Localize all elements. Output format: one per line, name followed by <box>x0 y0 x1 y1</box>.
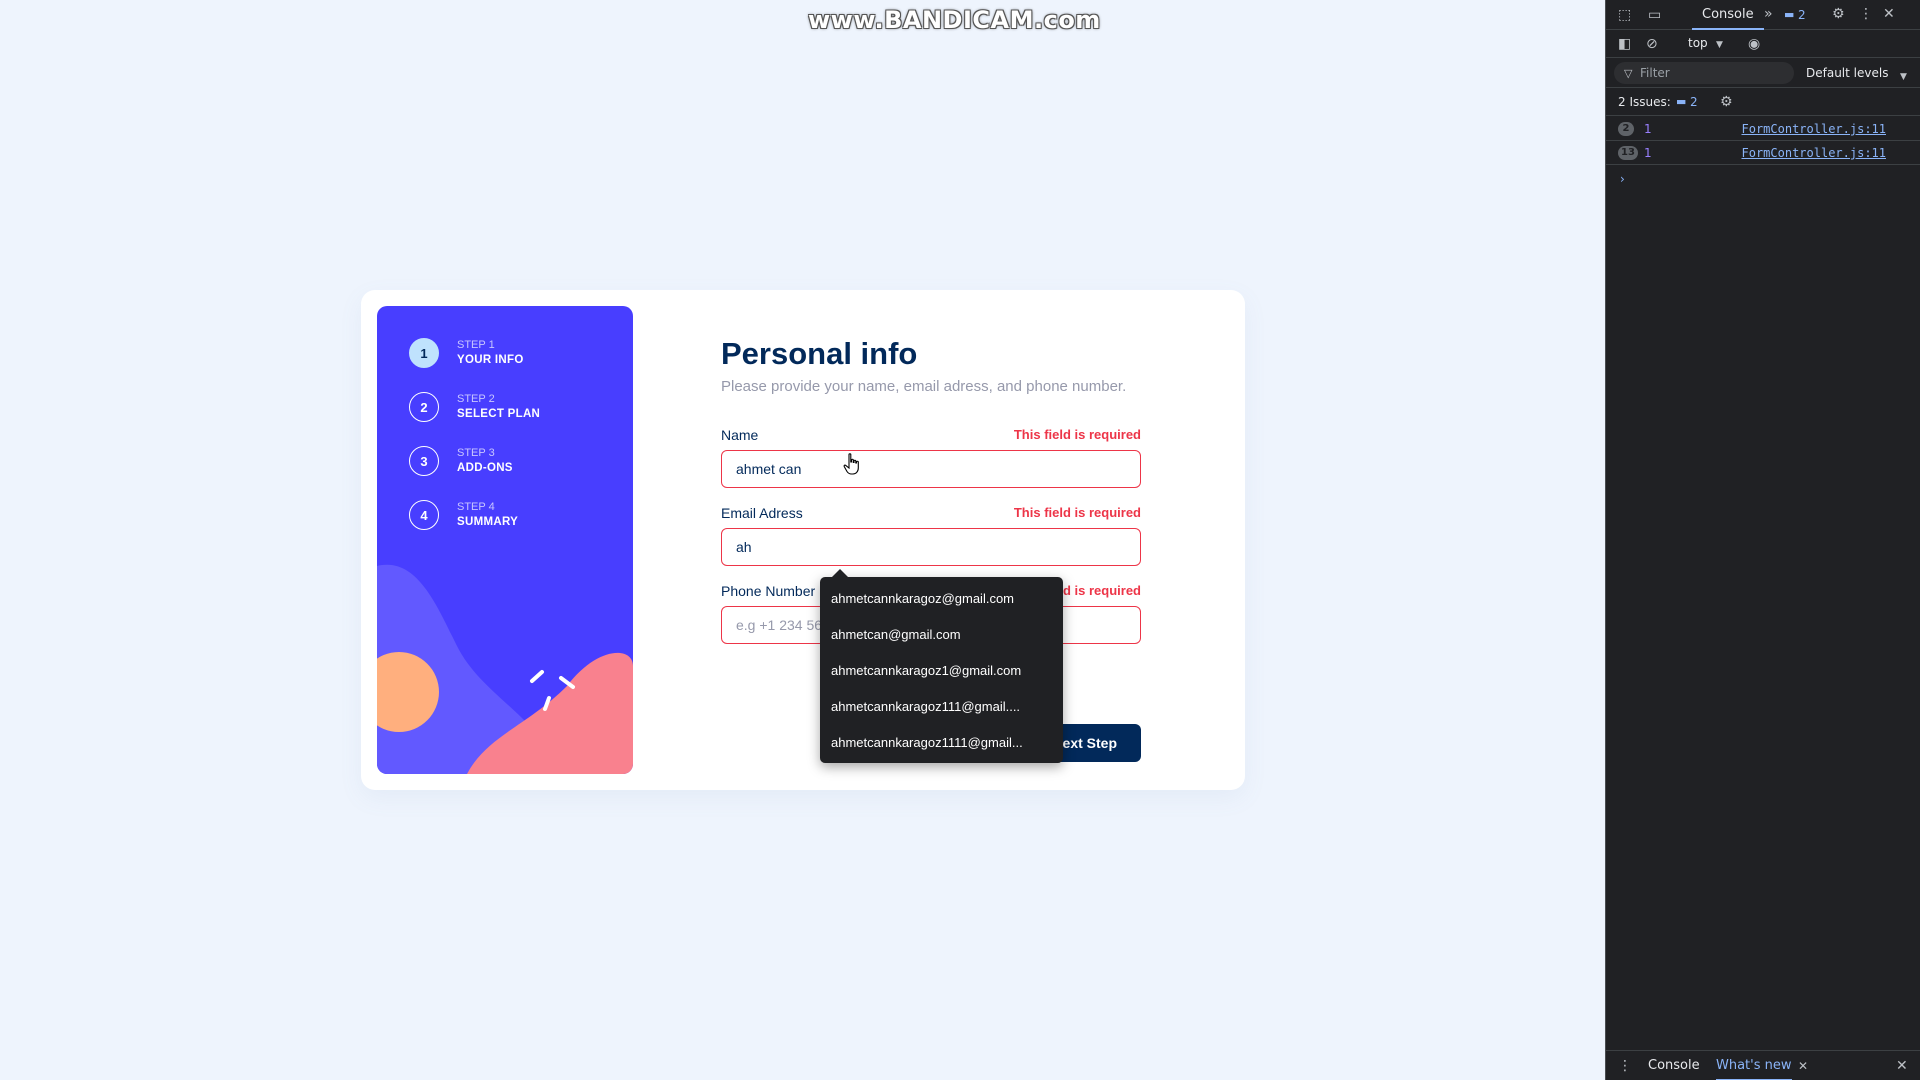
autocomplete-option[interactable]: ahmetcannkaragoz1111@gmail... <box>820 725 1063 761</box>
autocomplete-option[interactable]: ahmetcan@gmail.com <box>820 617 1063 653</box>
close-drawer-icon[interactable]: ✕ <box>1896 1059 1908 1073</box>
issues-row: 2 Issues: ▬ 2 ⚙ <box>1606 88 1920 116</box>
step-number: 1 <box>409 338 439 368</box>
step-number: 2 <box>409 392 439 422</box>
context-selector[interactable]: top <box>1688 36 1708 50</box>
step-2[interactable]: 2 STEP 2 SELECT PLAN <box>409 392 540 422</box>
step-4[interactable]: 4 STEP 4 SUMMARY <box>409 500 518 530</box>
close-tab-icon[interactable]: ✕ <box>1798 1059 1808 1073</box>
step-label: STEP 4 <box>457 501 495 513</box>
console-settings-icon[interactable]: ⚙ <box>1720 95 1733 109</box>
repeat-count-badge: 2 <box>1618 122 1634 136</box>
device-toolbar-icon[interactable]: ▭ <box>1648 8 1661 22</box>
webpage: www.BANDICAM.com 1 STEP 1 YOUR INFO 2 ST… <box>0 0 1605 1080</box>
devtools-toolbar: ⬚ ▭ Console » ▬ 2 ⚙ ⋮ ✕ <box>1606 0 1920 30</box>
step-label: STEP 2 <box>457 393 495 405</box>
step-title: YOUR INFO <box>457 354 524 366</box>
drawer-tab-whats-new[interactable]: What's new <box>1716 1051 1792 1080</box>
autocomplete-option[interactable]: ahmetcannkaragoz111@gmail.... <box>820 689 1063 725</box>
devtools-panel: ⬚ ▭ Console » ▬ 2 ⚙ ⋮ ✕ ◧ ⊘ top ▼ ◉ Filt… <box>1605 0 1920 1080</box>
log-value: 1 <box>1644 122 1652 136</box>
step-number: 3 <box>409 446 439 476</box>
issues-message-icon[interactable]: ▬ <box>1784 8 1794 22</box>
hand-cursor-icon <box>843 453 859 475</box>
page-title: Personal info <box>721 336 918 371</box>
step-label: STEP 3 <box>457 447 495 459</box>
steps-sidebar: 1 STEP 1 YOUR INFO 2 STEP 2 SELECT PLAN … <box>377 306 633 774</box>
log-levels-dropdown[interactable]: Default levels <box>1806 62 1888 84</box>
inspect-element-icon[interactable]: ⬚ <box>1618 8 1631 22</box>
step-title: ADD-ONS <box>457 462 513 474</box>
autocomplete-option[interactable]: ahmetcannkaragoz1@gmail.com <box>820 653 1063 689</box>
tab-console[interactable]: Console <box>1692 0 1764 30</box>
email-autocomplete-dropdown: ahmetcannkaragoz@gmail.com ahmetcan@gmai… <box>820 569 1063 763</box>
form-card: 1 STEP 1 YOUR INFO 2 STEP 2 SELECT PLAN … <box>361 290 1245 790</box>
drawer-tabbar: ⋮ Console What's new ✕ ✕ <box>1606 1050 1920 1080</box>
step-title: SUMMARY <box>457 516 519 528</box>
issue-message-icon[interactable]: ▬ <box>1676 88 1686 116</box>
more-options-icon[interactable]: ⋮ <box>1859 7 1873 21</box>
name-error: This field is required <box>1013 427 1141 442</box>
bandicam-watermark: www.BANDICAM.com <box>808 6 1101 34</box>
autocomplete-option[interactable]: ahmetcannkaragoz@gmail.com <box>820 581 1063 617</box>
log-value: 1 <box>1644 146 1652 160</box>
console-toolbar: ◧ ⊘ top ▼ ◉ <box>1606 30 1920 58</box>
more-tabs-icon[interactable]: » <box>1764 7 1773 21</box>
live-expression-eye-icon[interactable]: ◉ <box>1748 37 1760 51</box>
phone-label: Phone Number <box>721 583 816 599</box>
email-label: Email Adress <box>721 505 803 521</box>
issues-label: 2 Issues: <box>1618 95 1671 109</box>
sidebar-decoration <box>377 564 633 774</box>
issues-badge[interactable]: 2 <box>1798 8 1806 22</box>
console-prompt[interactable]: › <box>1620 172 1625 186</box>
filter-input[interactable]: Filter <box>1614 62 1794 84</box>
step-number: 4 <box>409 500 439 530</box>
console-log-entry: 2 1 FormController.js:11 <box>1606 117 1920 141</box>
step-1[interactable]: 1 STEP 1 YOUR INFO <box>409 338 524 368</box>
sidebar-toggle-icon[interactable]: ◧ <box>1618 37 1631 51</box>
name-input[interactable] <box>721 450 1141 488</box>
email-error: This field is required <box>1013 505 1141 520</box>
clear-console-icon[interactable]: ⊘ <box>1646 37 1658 51</box>
filter-icon: ▽ <box>1624 67 1633 80</box>
chevron-down-icon: ▼ <box>1900 72 1907 82</box>
email-input[interactable] <box>721 528 1141 566</box>
repeat-count-badge: 13 <box>1618 146 1638 160</box>
log-source-link[interactable]: FormController.js:11 <box>1742 141 1887 165</box>
filter-row: Filter ▽ Default levels ▼ <box>1606 58 1920 88</box>
step-label: STEP 1 <box>457 339 495 351</box>
drawer-menu-icon[interactable]: ⋮ <box>1618 1059 1632 1073</box>
log-source-link[interactable]: FormController.js:11 <box>1742 117 1887 141</box>
settings-gear-icon[interactable]: ⚙ <box>1832 7 1845 21</box>
issues-count[interactable]: 2 <box>1690 88 1698 116</box>
page-subtitle: Please provide your name, email adress, … <box>721 378 1127 395</box>
step-3[interactable]: 3 STEP 3 ADD-ONS <box>409 446 513 476</box>
console-log-entry: 13 1 FormController.js:11 <box>1606 141 1920 165</box>
drawer-tab-console[interactable]: Console <box>1648 1051 1700 1080</box>
close-devtools-icon[interactable]: ✕ <box>1883 7 1895 21</box>
chevron-down-icon: ▼ <box>1716 40 1723 50</box>
name-label: Name <box>721 427 759 443</box>
step-title: SELECT PLAN <box>457 408 541 420</box>
